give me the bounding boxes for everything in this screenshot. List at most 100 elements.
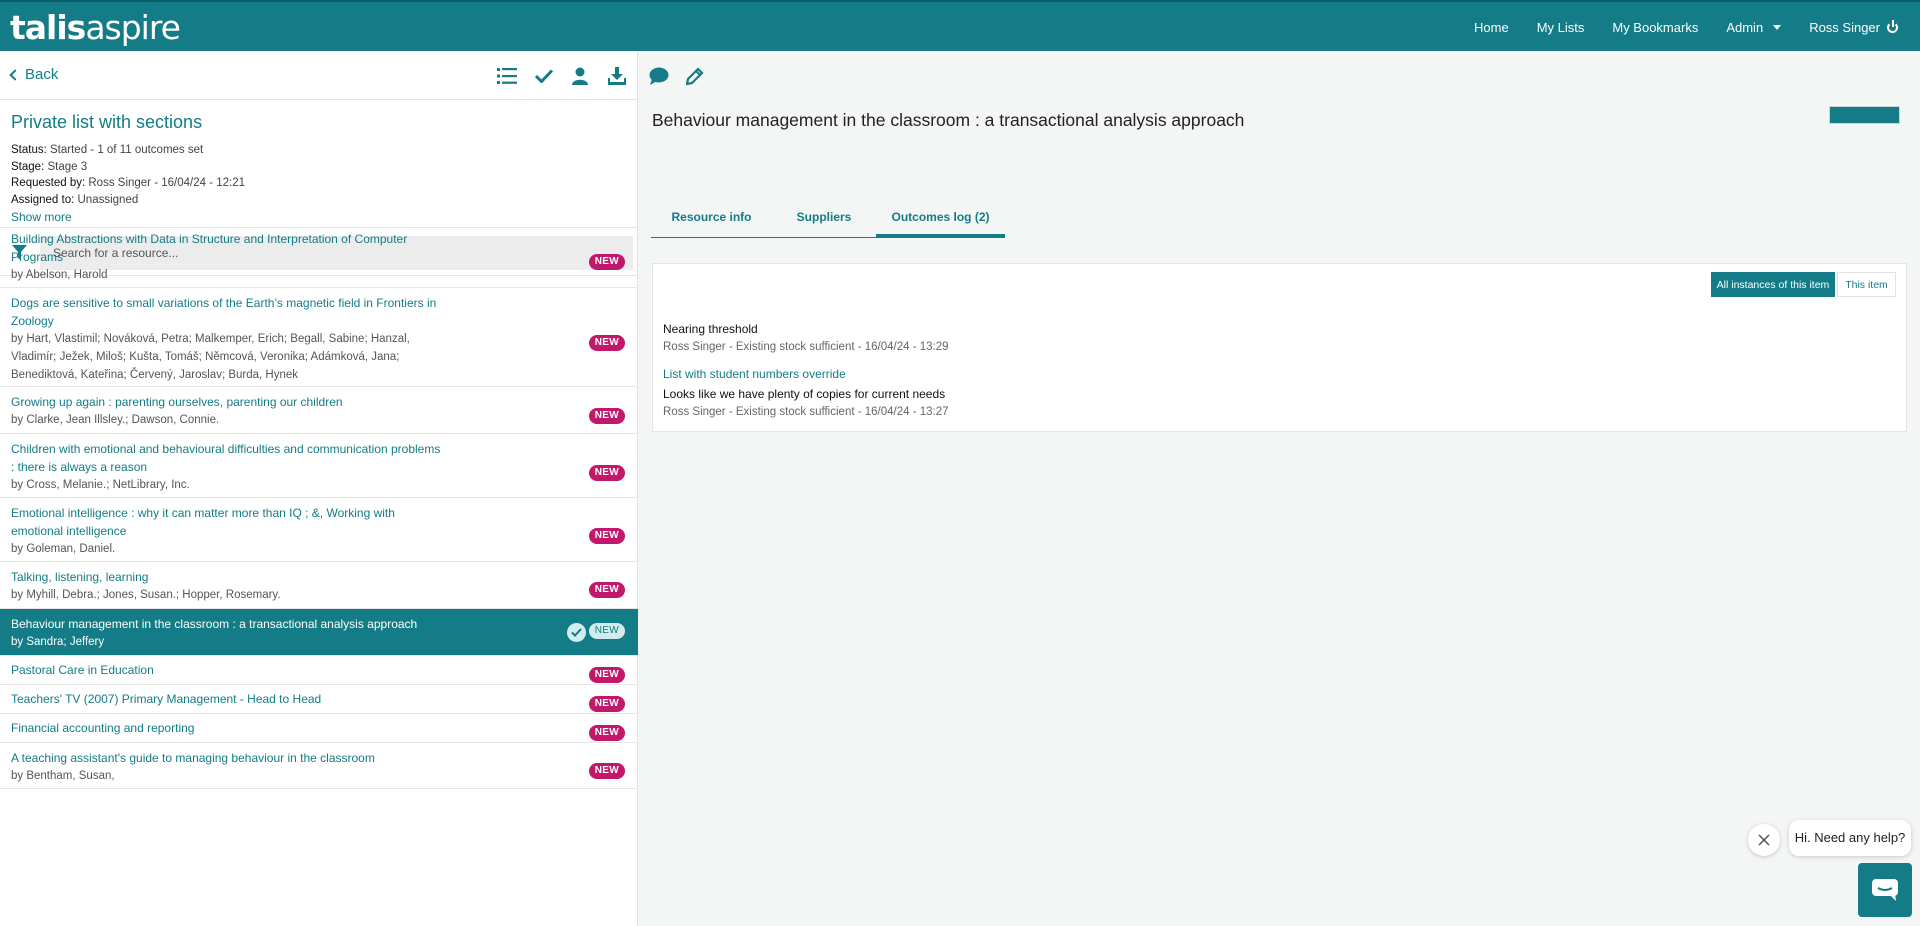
caret-down-icon (1773, 25, 1782, 30)
all-instances-button[interactable]: All instances of this item (1711, 272, 1835, 297)
help-message[interactable]: Hi. Need any help? (1789, 820, 1911, 856)
new-badge: NEW (588, 465, 625, 481)
list-item-title[interactable]: A teaching assistant's guide to managing… (11, 749, 441, 767)
status-label: Status: (11, 144, 47, 156)
list-item-title[interactable]: Children with emotional and behavioural … (11, 440, 441, 476)
log-entry: Nearing threshold Ross Singer - Existing… (663, 320, 949, 356)
comment-icon[interactable] (648, 65, 670, 87)
main-nav: Home My Lists My Bookmarks Admin Ross Si… (1474, 2, 1920, 53)
back-label: Back (25, 66, 59, 83)
list-item-authors: by Clarke, Jean Illsley.; Dawson, Connie… (11, 414, 220, 426)
list-item-title[interactable]: Building Abstractions with Data in Struc… (11, 230, 441, 266)
new-badge: NEW (588, 335, 625, 351)
chevron-left-icon (9, 69, 21, 81)
download-icon[interactable] (606, 65, 628, 87)
stage-value: Stage 3 (47, 160, 88, 173)
list-status: Status: Started - 1 of 11 outcomes set (11, 142, 626, 159)
check-icon[interactable] (533, 65, 555, 87)
log-meta: Ross Singer - Existing stock sufficient … (663, 341, 949, 353)
new-badge: NEW (588, 696, 625, 712)
list-item[interactable]: Financial accounting and reporting NEW (0, 714, 638, 743)
list-icon[interactable] (496, 65, 518, 87)
list-item[interactable]: A teaching assistant's guide to managing… (0, 743, 638, 789)
list-info: Private list with sections Status: Start… (0, 100, 637, 228)
list-item-title[interactable]: Financial accounting and reporting (11, 719, 441, 737)
nav-admin-label: Admin (1726, 20, 1764, 35)
new-badge: NEW (588, 763, 625, 779)
list-toolbar: Back (0, 51, 637, 100)
list-item-authors: by Hart, Vlastimil; Nováková, Petra; Mal… (11, 333, 410, 381)
pencil-icon[interactable] (684, 65, 706, 87)
resource-cover-image (1829, 106, 1900, 124)
list-tool-icons (496, 65, 642, 87)
power-icon (1887, 20, 1898, 33)
list-item[interactable]: Pastoral Care in Education NEW (0, 656, 638, 685)
resource-list: Building Abstractions with Data in Struc… (0, 224, 638, 789)
list-assigned: Assigned to: Unassigned (11, 192, 626, 209)
list-title: Private list with sections (11, 112, 203, 132)
list-item-authors: by Bentham, Susan, (11, 770, 115, 782)
new-badge: NEW (588, 725, 625, 741)
list-item-title[interactable]: Behaviour management in the classroom : … (11, 615, 441, 633)
list-item-title[interactable]: Teachers' TV (2007) Primary Management -… (11, 690, 441, 708)
nav-user-menu[interactable]: Ross Singer (1809, 20, 1898, 35)
nav-my-lists[interactable]: My Lists (1537, 20, 1585, 35)
list-item-title[interactable]: Dogs are sensitive to small variations o… (11, 294, 441, 330)
new-badge: NEW (588, 667, 625, 683)
new-badge: NEW (588, 528, 625, 544)
check-circle-icon (567, 623, 586, 642)
log-list-link[interactable]: List with student numbers override (663, 365, 949, 383)
list-item[interactable]: Talking, listening, learning by Myhill, D… (0, 562, 638, 609)
status-value: Started - 1 of 11 outcomes set (50, 144, 204, 156)
nav-my-bookmarks[interactable]: My Bookmarks (1612, 20, 1698, 35)
list-item[interactable]: Teachers' TV (2007) Primary Management -… (0, 685, 638, 714)
talis-aspire-logo[interactable]: talisaspire (10, 8, 181, 48)
list-item[interactable]: Emotional intelligence : why it can matt… (0, 498, 638, 562)
show-more-link[interactable]: Show more (11, 209, 626, 225)
list-item[interactable]: Behaviour management in the classroom : … (0, 609, 638, 656)
list-item[interactable]: Dogs are sensitive to small variations o… (0, 288, 638, 387)
tab-suppliers[interactable]: Suppliers (772, 198, 876, 238)
list-item[interactable]: Growing up again : parenting ourselves, … (0, 387, 638, 434)
assigned-value: Unassigned (77, 194, 139, 207)
list-item-authors: by Abelson, Harold (11, 269, 108, 281)
top-navbar: talisaspire Home My Lists My Bookmarks A… (0, 0, 1920, 51)
requested-value: Ross Singer - 16/04/24 - 12:21 (88, 177, 245, 190)
user-icon[interactable] (569, 65, 591, 87)
list-item-authors: by Goleman, Daniel. (11, 543, 116, 555)
log-heading: Looks like we have plenty of copies for … (663, 387, 946, 401)
outcomes-log-panel: All instances of this item This item Nea… (652, 263, 1907, 432)
log-entry: List with student numbers override Looks… (663, 365, 949, 421)
list-item-authors: by Sandra; Jeffery (11, 636, 105, 648)
new-badge: NEW (588, 582, 625, 598)
list-item[interactable]: Building Abstractions with Data in Struc… (0, 224, 638, 288)
list-item-title[interactable]: Talking, listening, learning (11, 568, 441, 586)
this-item-button[interactable]: This item (1837, 272, 1896, 297)
help-close-button[interactable] (1748, 824, 1780, 856)
log-meta: Ross Singer - Existing stock sufficient … (663, 406, 949, 418)
list-stage: Stage: Stage 3 (11, 159, 626, 176)
nav-admin[interactable]: Admin (1726, 20, 1782, 35)
back-button[interactable]: Back (9, 66, 59, 83)
chat-launcher-button[interactable] (1858, 863, 1912, 917)
tab-outcomes-log[interactable]: Outcomes log (2) (876, 198, 1005, 238)
detail-tool-icons (648, 65, 720, 87)
log-heading: Nearing threshold (663, 322, 758, 336)
nav-home[interactable]: Home (1474, 20, 1509, 35)
new-badge: NEW (588, 623, 625, 639)
stage-label: Stage: (11, 160, 45, 173)
requested-label: Requested by: (11, 177, 86, 190)
list-item-authors: by Cross, Melanie.; NetLibrary, Inc. (11, 479, 190, 491)
chat-icon (1872, 879, 1898, 901)
list-item-title[interactable]: Growing up again : parenting ourselves, … (11, 393, 441, 411)
new-badge: NEW (588, 254, 625, 270)
list-requested: Requested by: Ross Singer - 16/04/24 - 1… (11, 175, 626, 192)
list-item-title[interactable]: Emotional intelligence : why it can matt… (11, 504, 441, 540)
close-icon (1758, 834, 1770, 846)
list-item[interactable]: Children with emotional and behavioural … (0, 434, 638, 498)
list-item-authors: by Myhill, Debra.; Jones, Susan.; Hopper… (11, 589, 281, 601)
list-item-title[interactable]: Pastoral Care in Education (11, 661, 441, 679)
tab-resource-info[interactable]: Resource info (651, 198, 772, 238)
resource-title: Behaviour management in the classroom : … (652, 110, 1245, 130)
new-badge: NEW (588, 408, 625, 424)
